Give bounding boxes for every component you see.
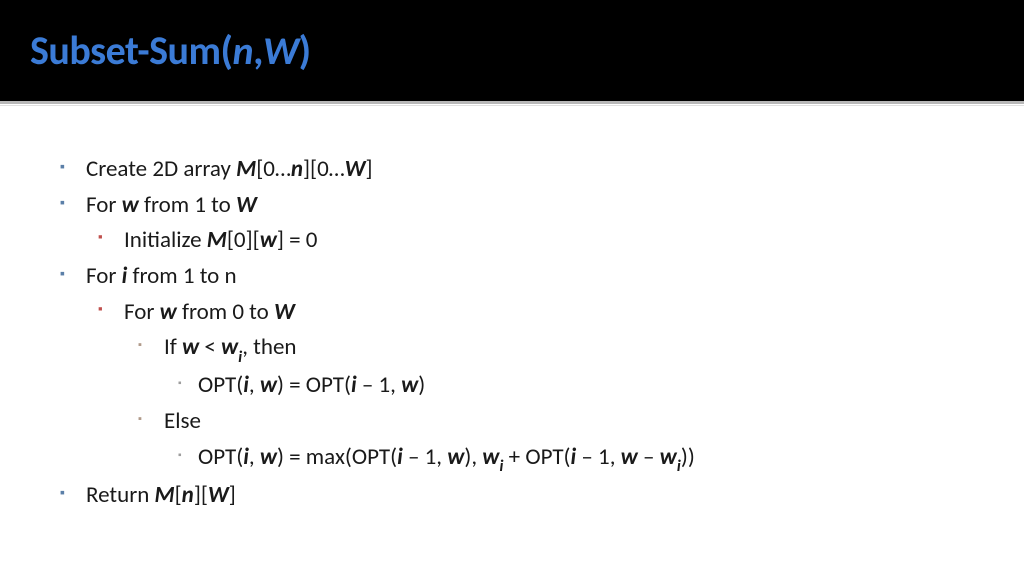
step-else: Else OPT(i, w) = max(OPT(i – 1, w), wi +… xyxy=(138,404,964,478)
step-return: Return M[n][W] xyxy=(60,478,964,514)
title-close: ) xyxy=(299,26,311,75)
step-create-array: Create 2D array M[0…n][0…W] xyxy=(60,152,964,188)
algorithm-list: Create 2D array M[0…n][0…W] For w from 1… xyxy=(60,152,964,514)
step-if: If w < wi, then OPT(i, w) = OPT(i – 1, w… xyxy=(138,330,964,404)
title-arg-n: n xyxy=(232,26,253,75)
slide-body: Create 2D array M[0…n][0…W] For w from 1… xyxy=(0,104,1024,514)
title-sep: , xyxy=(253,26,263,75)
title-arg-w: W xyxy=(263,26,299,75)
slide-title: Subset-Sum(n,W) xyxy=(30,26,1024,75)
step-for-w-init: For w from 1 to W Initialize M[0][w] = 0 xyxy=(60,188,964,259)
step-for-w-inner: For w from 0 to W If w < wi, then OPT(i,… xyxy=(98,295,964,478)
step-for-i: For i from 1 to n For w from 0 to W If w… xyxy=(60,259,964,478)
title-func: Subset-Sum( xyxy=(30,26,232,75)
step-opt-case2: OPT(i, w) = max(OPT(i – 1, w), wi + OPT(… xyxy=(178,440,964,478)
title-bar: Subset-Sum(n,W) xyxy=(0,0,1024,104)
step-opt-case1: OPT(i, w) = OPT(i – 1, w) xyxy=(178,368,964,404)
step-initialize: Initialize M[0][w] = 0 xyxy=(98,223,964,259)
